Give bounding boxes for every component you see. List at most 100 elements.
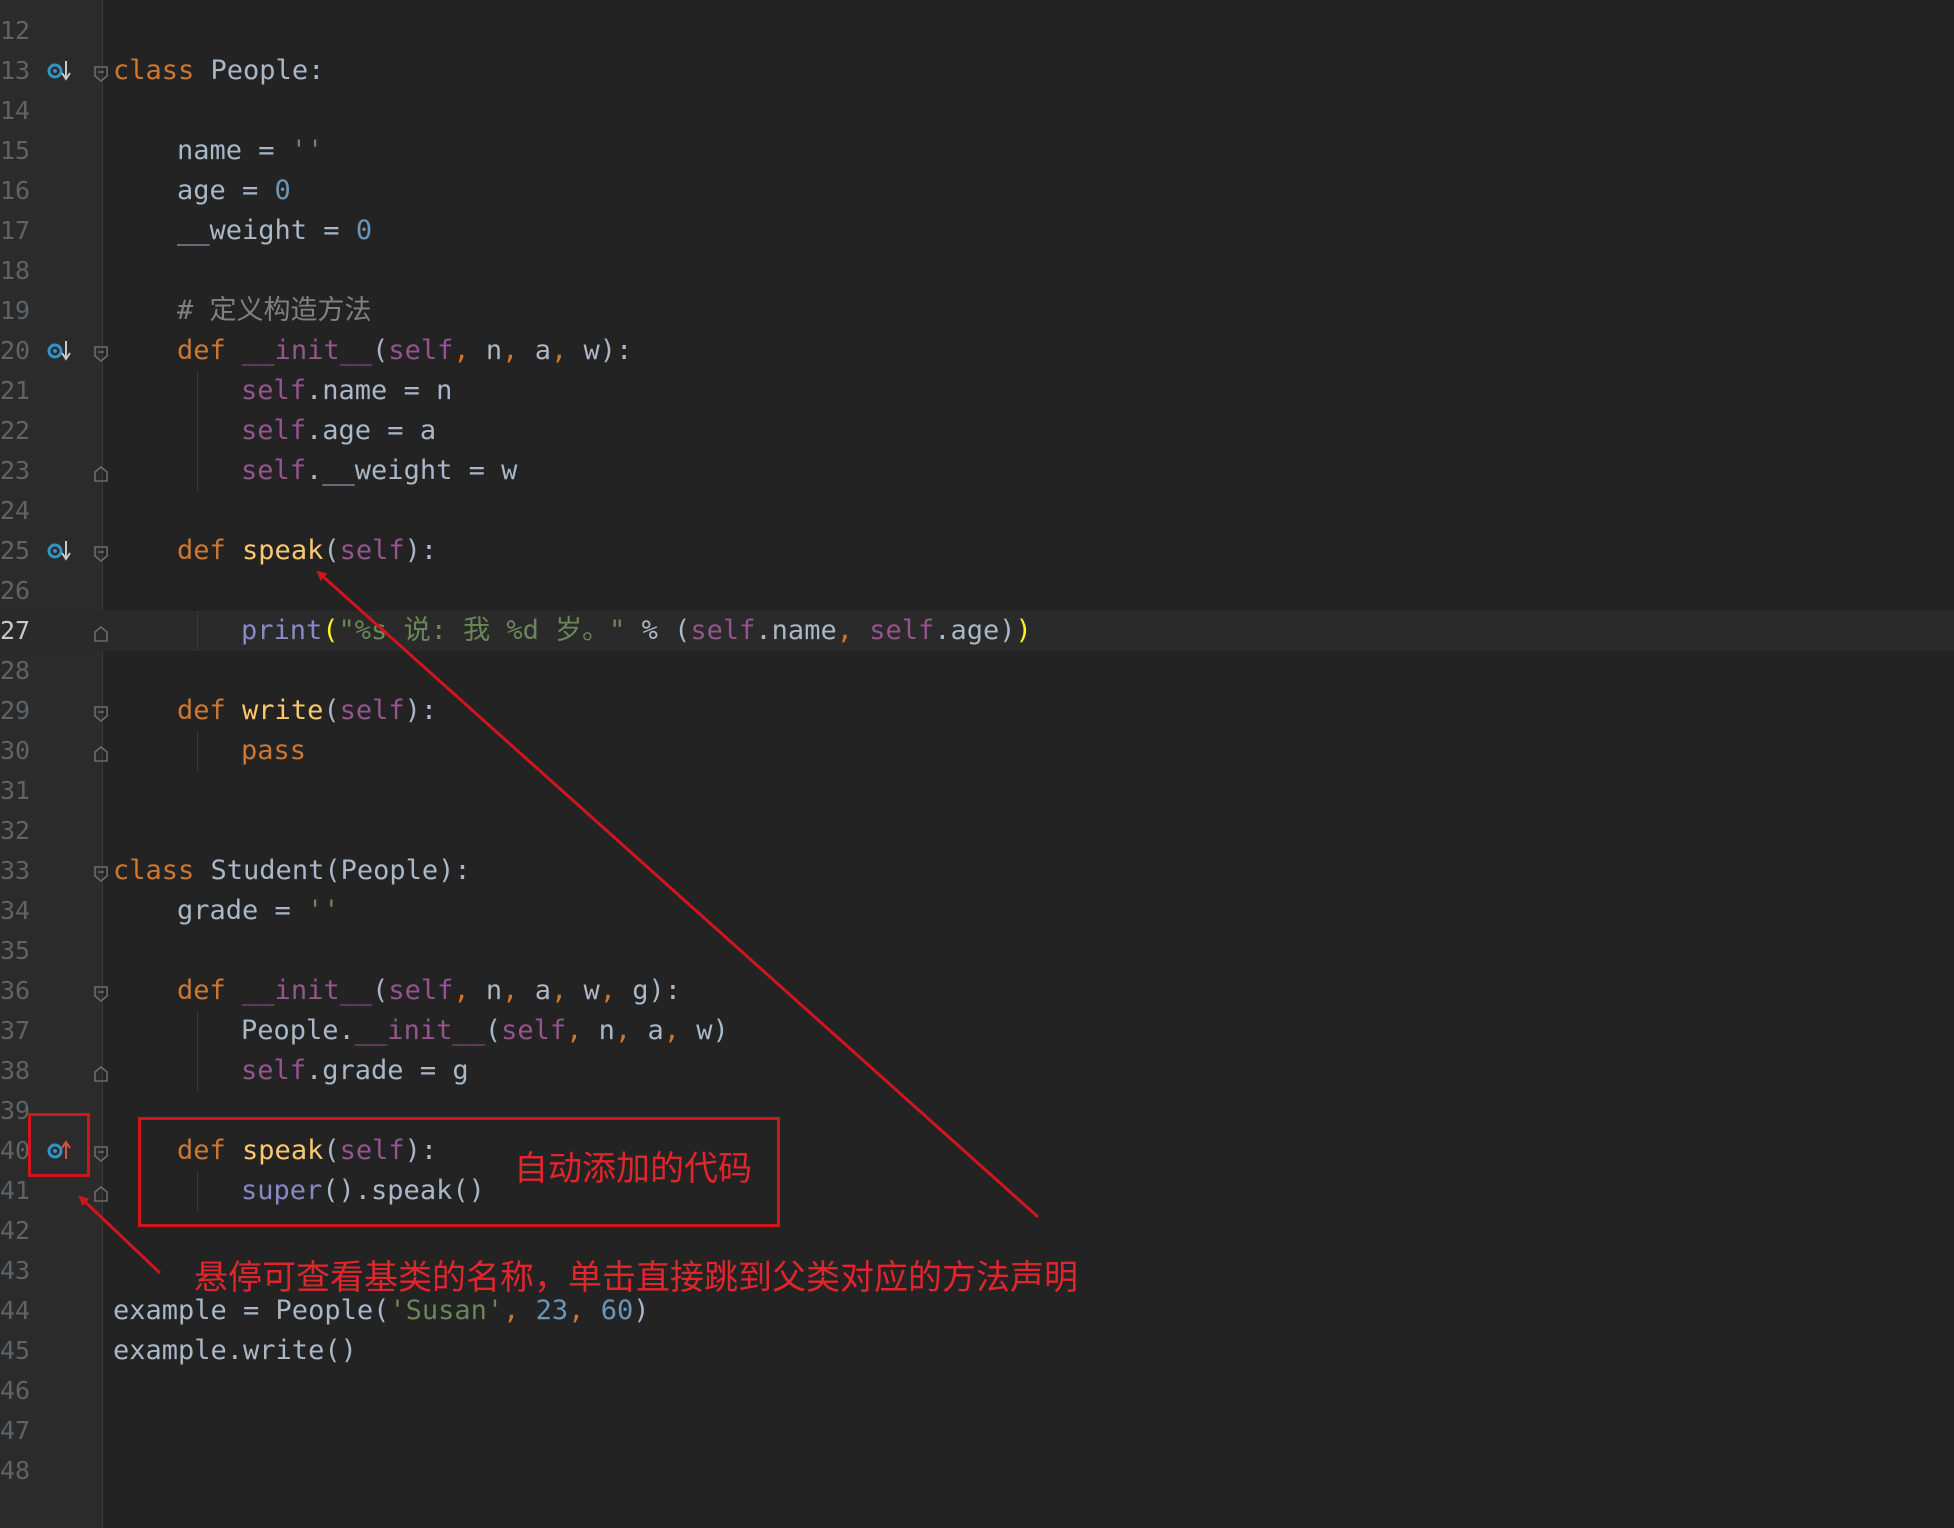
fold-start-icon[interactable] — [92, 345, 110, 363]
fold-end-icon[interactable] — [92, 745, 110, 763]
code-line[interactable]: 48 — [0, 1451, 1954, 1491]
code-text[interactable]: name = '' — [177, 131, 323, 171]
line-number[interactable]: 21 — [0, 371, 34, 411]
code-line[interactable]: 24 — [0, 491, 1954, 531]
code-text[interactable]: def __init__(self, n, a, w, g): — [177, 971, 681, 1011]
code-line[interactable]: 42 — [0, 1211, 1954, 1251]
line-number[interactable]: 43 — [0, 1251, 34, 1291]
code-line[interactable]: 16 age = 0 — [0, 171, 1954, 211]
line-number[interactable]: 28 — [0, 651, 34, 691]
code-text[interactable]: __weight = 0 — [177, 211, 372, 251]
code-text[interactable]: People.__init__(self, n, a, w) — [241, 1011, 729, 1051]
code-line[interactable]: 14 — [0, 91, 1954, 131]
code-text[interactable]: example = People('Susan', 23, 60) — [113, 1291, 649, 1331]
line-number[interactable]: 16 — [0, 171, 34, 211]
line-number[interactable]: 38 — [0, 1051, 34, 1091]
line-number[interactable]: 47 — [0, 1411, 34, 1451]
fold-end-icon[interactable] — [92, 465, 110, 483]
code-line[interactable]: 39 — [0, 1091, 1954, 1131]
is-overridden-icon[interactable] — [46, 57, 74, 85]
code-text[interactable]: self.age = a — [241, 411, 436, 451]
code-line[interactable]: 12 — [0, 11, 1954, 51]
code-line[interactable]: 28 — [0, 651, 1954, 691]
code-line[interactable]: 19 # 定义构造方法 — [0, 291, 1954, 331]
is-overridden-icon[interactable] — [46, 537, 74, 565]
fold-start-icon[interactable] — [92, 985, 110, 1003]
line-number[interactable]: 34 — [0, 891, 34, 931]
line-number[interactable]: 36 — [0, 971, 34, 1011]
line-number[interactable]: 12 — [0, 11, 34, 51]
line-number[interactable]: 19 — [0, 291, 34, 331]
code-line[interactable]: 30 pass — [0, 731, 1954, 771]
code-line[interactable]: 46 — [0, 1371, 1954, 1411]
fold-start-icon[interactable] — [92, 65, 110, 83]
code-line[interactable]: 27 print("%s 说: 我 %d 岁。" % (self.name, se… — [0, 611, 1954, 651]
code-line[interactable]: 17 __weight = 0 — [0, 211, 1954, 251]
code-text[interactable]: self.grade = g — [241, 1051, 469, 1091]
code-line[interactable]: 40 def speak(self): — [0, 1131, 1954, 1171]
code-line[interactable]: 31 — [0, 771, 1954, 811]
code-line[interactable]: 20 def __init__(self, n, a, w): — [0, 331, 1954, 371]
code-line[interactable]: 47 — [0, 1411, 1954, 1451]
code-line[interactable]: 35 — [0, 931, 1954, 971]
code-line[interactable]: 37 People.__init__(self, n, a, w) — [0, 1011, 1954, 1051]
code-line[interactable]: 21 self.name = n — [0, 371, 1954, 411]
line-number[interactable]: 14 — [0, 91, 34, 131]
code-text[interactable]: print("%s 说: 我 %d 岁。" % (self.name, self… — [241, 611, 1032, 651]
line-number[interactable]: 31 — [0, 771, 34, 811]
line-number[interactable]: 30 — [0, 731, 34, 771]
code-line[interactable]: 22 self.age = a — [0, 411, 1954, 451]
line-number[interactable]: 35 — [0, 931, 34, 971]
code-text[interactable]: class People: — [113, 51, 324, 91]
code-line[interactable]: 36 def __init__(self, n, a, w, g): — [0, 971, 1954, 1011]
fold-start-icon[interactable] — [92, 1145, 110, 1163]
line-number[interactable]: 13 — [0, 51, 34, 91]
code-line[interactable]: 25 def speak(self): — [0, 531, 1954, 571]
code-text[interactable]: def speak(self): — [177, 531, 437, 571]
line-number[interactable]: 33 — [0, 851, 34, 891]
code-line[interactable]: 13 class People: — [0, 51, 1954, 91]
line-number[interactable]: 37 — [0, 1011, 34, 1051]
line-number[interactable]: 22 — [0, 411, 34, 451]
fold-end-icon[interactable] — [92, 1185, 110, 1203]
code-line[interactable]: 38 self.grade = g — [0, 1051, 1954, 1091]
line-number[interactable]: 46 — [0, 1371, 34, 1411]
line-number[interactable]: 44 — [0, 1291, 34, 1331]
code-text[interactable]: grade = '' — [177, 891, 340, 931]
line-number[interactable]: 32 — [0, 811, 34, 851]
line-number[interactable]: 45 — [0, 1331, 34, 1371]
fold-start-icon[interactable] — [92, 705, 110, 723]
code-line[interactable]: 44 example = People('Susan', 23, 60) — [0, 1291, 1954, 1331]
line-number[interactable]: 18 — [0, 251, 34, 291]
line-number[interactable]: 29 — [0, 691, 34, 731]
line-number[interactable]: 48 — [0, 1451, 34, 1491]
code-line[interactable]: 33 class Student(People): — [0, 851, 1954, 891]
fold-end-icon[interactable] — [92, 625, 110, 643]
code-editor[interactable]: 12 13 class People: 14 15 name = '' 16 age = 01… — [0, 0, 1954, 1528]
code-text[interactable]: age = 0 — [177, 171, 291, 211]
code-text[interactable]: class Student(People): — [113, 851, 471, 891]
code-text[interactable]: super().speak() — [241, 1171, 485, 1211]
line-number[interactable]: 20 — [0, 331, 34, 371]
line-number[interactable]: 26 — [0, 571, 34, 611]
code-text[interactable]: pass — [241, 731, 306, 771]
code-line[interactable]: 29 def write(self): — [0, 691, 1954, 731]
code-text[interactable]: def speak(self): — [177, 1131, 437, 1171]
code-line[interactable]: 41 super().speak() — [0, 1171, 1954, 1211]
line-number[interactable]: 41 — [0, 1171, 34, 1211]
code-line[interactable]: 45 example.write() — [0, 1331, 1954, 1371]
overrides-method-icon[interactable] — [46, 1137, 74, 1165]
fold-end-icon[interactable] — [92, 1065, 110, 1083]
code-text[interactable]: example.write() — [113, 1331, 357, 1371]
line-number[interactable]: 27 — [0, 611, 34, 651]
code-text[interactable]: # 定义构造方法 — [177, 291, 372, 331]
code-text[interactable]: self.name = n — [241, 371, 452, 411]
fold-start-icon[interactable] — [92, 865, 110, 883]
code-text[interactable]: def __init__(self, n, a, w): — [177, 331, 632, 371]
line-number[interactable]: 42 — [0, 1211, 34, 1251]
code-line[interactable]: 43 — [0, 1251, 1954, 1291]
code-line[interactable]: 18 — [0, 251, 1954, 291]
code-text[interactable]: def write(self): — [177, 691, 437, 731]
line-number[interactable]: 23 — [0, 451, 34, 491]
line-number[interactable]: 17 — [0, 211, 34, 251]
